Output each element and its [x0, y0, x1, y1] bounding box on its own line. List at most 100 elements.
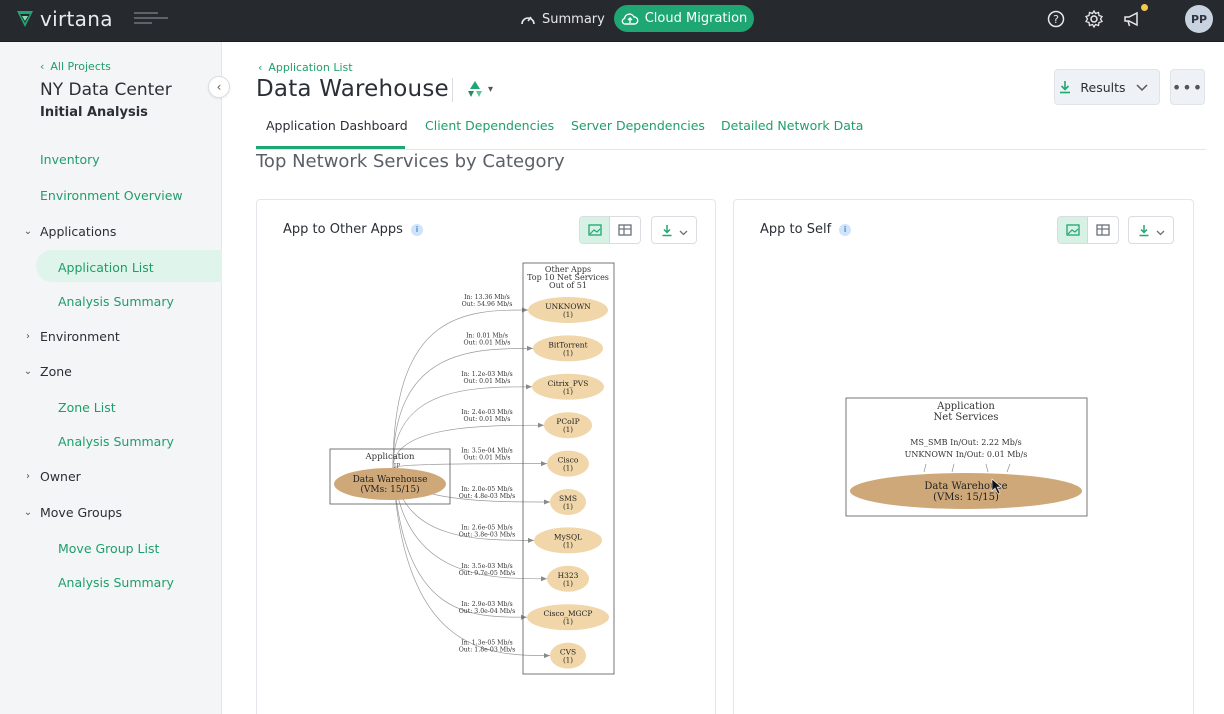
- service-node-count: (1): [563, 426, 573, 434]
- chevron-down-icon: [679, 221, 688, 240]
- active-tab-indicator: [256, 146, 405, 149]
- self-service-line: UNKNOWN In/Out: 0.01 Mb/s: [905, 450, 1028, 459]
- breadcrumb-label: Application List: [268, 61, 353, 74]
- sidebar-group-label: Environment: [40, 329, 120, 344]
- tab-detailed-network-data[interactable]: Detailed Network Data: [721, 118, 863, 133]
- edge-out-label: Out: 0.01 Mb/s: [464, 416, 511, 423]
- sidebar-item-applications-analysis-summary[interactable]: Analysis Summary: [58, 294, 174, 309]
- info-icon[interactable]: i: [839, 223, 852, 236]
- sidebar-group-label: Move Groups: [40, 505, 123, 520]
- table-icon: [1096, 224, 1110, 236]
- cloud-migration-nav-button[interactable]: Cloud Migration: [614, 5, 754, 32]
- service-node-name: UNKNOWN: [545, 302, 591, 311]
- menu-icon[interactable]: [134, 12, 168, 26]
- all-projects-link[interactable]: ‹ All Projects: [40, 60, 111, 73]
- edge-arrowhead: [526, 384, 532, 390]
- download-icon: [1060, 81, 1071, 94]
- self-services-graph: Application Net Services MS_SMB In/Out: …: [845, 397, 1088, 517]
- sidebar: ‹ All Projects NY Data Center Initial An…: [0, 42, 230, 714]
- sidebar-item-move-groups-analysis-summary[interactable]: Analysis Summary: [58, 575, 174, 590]
- edge-in-label: In: 0.01 Mb/s: [466, 332, 508, 339]
- project-subtitle: Initial Analysis: [40, 105, 148, 120]
- service-node-name: PCoIP: [556, 417, 579, 426]
- edge-arrowhead: [521, 614, 527, 620]
- edge-arrowhead: [541, 576, 547, 582]
- self-header-subtitle: Net Services: [934, 412, 999, 423]
- edge-out-label: Out: 3.0e-04 Mb/s: [459, 608, 516, 615]
- gear-icon[interactable]: [1083, 8, 1105, 30]
- edge-out-label: Out: 54.96 Mb/s: [462, 301, 513, 308]
- image-icon: [587, 224, 602, 236]
- virtana-logo[interactable]: virtana: [16, 7, 113, 31]
- app-type-dropdown[interactable]: ▾: [465, 80, 493, 98]
- sidebar-group-owner[interactable]: › Owner: [22, 469, 81, 484]
- tab-server-dependencies[interactable]: Server Dependencies: [571, 118, 705, 133]
- sidebar-group-move-groups[interactable]: ⌄ Move Groups: [22, 505, 122, 520]
- svg-text:?: ?: [1053, 13, 1059, 26]
- edge-in-label: In: 2.4e-03 Mb/s: [461, 409, 512, 416]
- title-divider: [452, 78, 453, 102]
- chevron-left-icon: ‹: [40, 60, 45, 73]
- tab-client-dependencies[interactable]: Client Dependencies: [425, 118, 554, 133]
- service-node-name: Cisco_MGCP: [544, 609, 593, 618]
- panel-title: App to Other Apps i: [283, 222, 423, 237]
- results-label: Results: [1080, 79, 1126, 95]
- edge-arrowhead: [541, 461, 547, 467]
- sidebar-item-zone-analysis-summary[interactable]: Analysis Summary: [58, 434, 174, 449]
- network-services-graph: In: 13.36 Mb/sOut: 54.96 Mb/s In: 0.01 Mb…: [329, 262, 615, 675]
- breadcrumb[interactable]: ‹ Application List: [258, 61, 353, 74]
- chevron-left-icon: ‹: [216, 80, 222, 94]
- self-header-title: Application: [936, 401, 995, 412]
- sidebar-group-environment[interactable]: › Environment: [22, 329, 120, 344]
- sidebar-item-application-list[interactable]: Application List: [58, 260, 154, 275]
- service-node-name: MySQL: [554, 532, 582, 541]
- edge-arrowhead: [528, 537, 534, 543]
- summary-nav-label: Summary: [542, 11, 605, 27]
- sidebar-item-inventory[interactable]: Inventory: [40, 152, 100, 167]
- application-box-label: Application: [364, 452, 415, 462]
- help-icon[interactable]: ?: [1045, 8, 1067, 30]
- service-node-count: (1): [563, 618, 573, 626]
- service-node-name: CVS: [560, 648, 576, 657]
- edge-out-label: Out: 0.01 Mb/s: [464, 455, 511, 462]
- results-button[interactable]: Results: [1054, 69, 1160, 105]
- panel-title: App to Self i: [760, 222, 852, 237]
- service-node-name: Citrix_PVS: [548, 379, 589, 388]
- sidebar-group-applications[interactable]: ⌄ Applications: [22, 224, 117, 239]
- service-node-count: (1): [563, 349, 573, 357]
- more-icon: •••: [1171, 77, 1204, 97]
- app-node-name: Data Warehouse: [353, 475, 428, 485]
- panel-title-text: App to Other Apps: [283, 222, 403, 237]
- self-loop-arrows: [923, 463, 1011, 473]
- service-node-name: BitTorrent: [548, 340, 587, 349]
- project-title: NY Data Center: [40, 80, 172, 100]
- cloud-migration-nav-label: Cloud Migration: [644, 11, 748, 26]
- chevron-down-icon: [1156, 221, 1165, 240]
- sidebar-group-zone[interactable]: ⌄ Zone: [22, 364, 72, 379]
- app-to-self-panel: App to Self i Application Net Services M…: [733, 199, 1194, 714]
- sidebar-item-environment-overview[interactable]: Environment Overview: [40, 188, 183, 203]
- service-node-count: (1): [563, 388, 573, 396]
- edge-out-label: Out: 0.01 Mb/s: [464, 378, 511, 385]
- summary-nav-button[interactable]: Summary: [520, 7, 605, 31]
- chevron-down-icon: [1136, 80, 1156, 95]
- top-navigation-bar: virtana Summary Cloud Migration ? PP: [0, 0, 1224, 42]
- chevron-right-icon: ›: [26, 331, 30, 342]
- tab-application-dashboard[interactable]: Application Dashboard: [266, 118, 408, 133]
- info-icon[interactable]: i: [410, 223, 423, 236]
- sidebar-item-zone-list[interactable]: Zone List: [58, 400, 116, 415]
- edge-out-label: Out: 1.8e-03 Mb/s: [459, 647, 516, 654]
- app-to-other-apps-panel: App to Other Apps i In: 13.36 Mb/s Out: 5…: [256, 199, 716, 714]
- self-service-line: MS_SMB In/Out: 2.22 Mb/s: [910, 438, 1021, 447]
- more-options-button[interactable]: •••: [1170, 69, 1205, 105]
- recycle-icon: [468, 81, 482, 97]
- user-avatar[interactable]: PP: [1185, 5, 1213, 33]
- chevron-down-icon: ⌄: [23, 507, 33, 518]
- edge-in-label: In: 2.9e-03 Mb/s: [461, 601, 512, 608]
- edge-arrowhead: [544, 653, 550, 659]
- sidebar-item-move-group-list[interactable]: Move Group List: [58, 541, 159, 556]
- sidebar-group-label: Zone: [40, 364, 72, 379]
- megaphone-icon[interactable]: [1121, 8, 1143, 30]
- page-title: Data Warehouse: [256, 76, 449, 102]
- collapse-sidebar-button[interactable]: ‹: [208, 76, 230, 98]
